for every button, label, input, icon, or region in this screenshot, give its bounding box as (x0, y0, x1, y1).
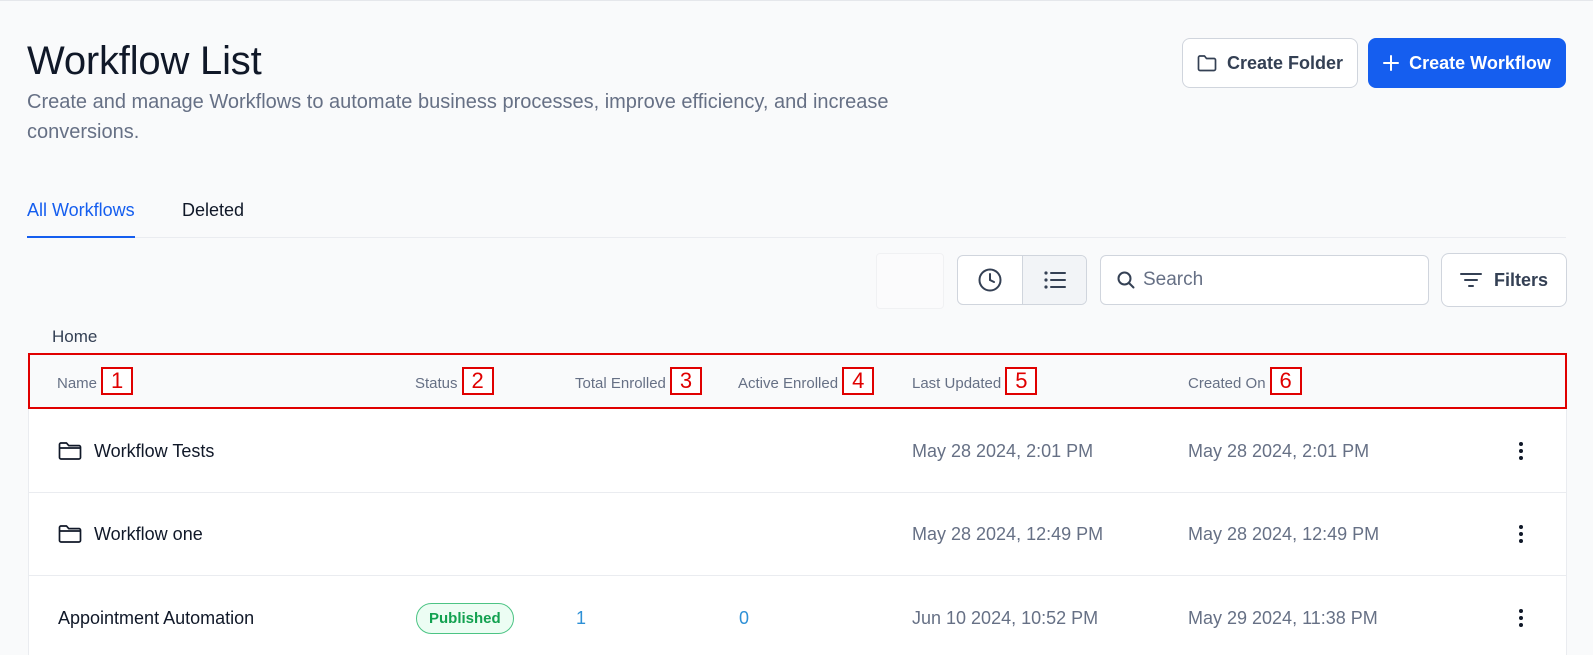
column-header-status[interactable]: Status 2 (415, 367, 494, 403)
column-header-active-enrolled[interactable]: Active Enrolled 4 (738, 367, 875, 403)
folder-icon (58, 442, 82, 460)
table-header: Name 1 Status 2 Total Enrolled 3 Active … (28, 353, 1567, 409)
row-name: Workflow Tests (94, 440, 215, 461)
created-on-cell: May 29 2024, 11:38 PM (1188, 607, 1378, 628)
column-label: Active Enrolled (738, 375, 839, 392)
workflow-name-cell[interactable]: Appointment Automation (58, 576, 254, 655)
create-workflow-label: Create Workflow (1409, 52, 1551, 73)
clock-icon (978, 268, 1002, 292)
annotation-marker: 5 (1005, 367, 1038, 395)
annotation-marker: 4 (842, 367, 875, 395)
folder-icon (58, 525, 82, 543)
active-enrolled-link[interactable]: 0 (739, 576, 749, 655)
search-box (1100, 255, 1429, 305)
column-header-total-enrolled[interactable]: Total Enrolled 3 (575, 367, 703, 403)
search-icon (1117, 271, 1135, 289)
row-actions-button[interactable] (1511, 492, 1531, 576)
annotation-marker: 2 (461, 367, 494, 395)
last-updated-cell: May 28 2024, 2:01 PM (912, 440, 1094, 461)
created-on-cell: May 28 2024, 12:49 PM (1188, 523, 1380, 544)
filters-button[interactable]: Filters (1441, 253, 1567, 307)
create-workflow-button[interactable]: Create Workflow (1368, 38, 1566, 88)
table-row[interactable]: Workflow Tests May 28 2024, 2:01 PM May … (29, 409, 1566, 493)
status-badge: Published (416, 602, 514, 634)
status-cell: Published (416, 576, 514, 655)
last-updated-cell: May 28 2024, 12:49 PM (912, 523, 1104, 544)
column-label: Total Enrolled (575, 375, 666, 392)
toolbar-placeholder (876, 253, 944, 309)
plus-icon (1383, 55, 1400, 71)
last-updated-cell: Jun 10 2024, 10:52 PM (912, 607, 1099, 628)
column-header-name[interactable]: Name 1 (57, 367, 134, 403)
column-label: Created On (1188, 375, 1266, 392)
more-vertical-icon (1519, 609, 1523, 627)
column-header-created-on[interactable]: Created On 6 (1188, 367, 1302, 403)
column-label: Status (415, 375, 458, 392)
breadcrumb-home[interactable]: Home (52, 327, 97, 347)
filter-lines-icon (1459, 273, 1482, 287)
row-actions-button[interactable] (1511, 576, 1531, 655)
folder-name-cell[interactable]: Workflow Tests (58, 409, 214, 493)
created-on-cell: May 28 2024, 2:01 PM (1188, 440, 1370, 461)
table-row[interactable]: Appointment Automation Published 1 0 Jun… (29, 576, 1566, 655)
row-name: Workflow one (94, 523, 203, 544)
folder-name-cell[interactable]: Workflow one (58, 492, 203, 576)
filters-label: Filters (1493, 269, 1549, 290)
create-folder-button[interactable]: Create Folder (1182, 38, 1358, 88)
table-body: Workflow Tests May 28 2024, 2:01 PM May … (28, 409, 1567, 655)
tab-bar: All Workflows Deleted (27, 198, 1566, 238)
column-label: Name (57, 375, 98, 392)
list-icon (1043, 271, 1066, 289)
tab-deleted[interactable]: Deleted (182, 198, 244, 238)
total-enrolled-link[interactable]: 1 (576, 576, 586, 655)
column-label: Last Updated (912, 375, 1002, 392)
table-row[interactable]: Workflow one May 28 2024, 12:49 PM May 2… (29, 492, 1566, 576)
more-vertical-icon (1519, 525, 1523, 543)
search-input[interactable] (1143, 269, 1413, 291)
page-subtitle: Create and manage Workflows to automate … (27, 91, 889, 143)
create-folder-label: Create Folder (1226, 52, 1344, 73)
recent-view-button[interactable] (958, 256, 1022, 304)
annotation-marker: 3 (669, 367, 703, 395)
list-view-button[interactable] (1022, 256, 1086, 304)
view-toggle (957, 255, 1087, 305)
column-header-last-updated[interactable]: Last Updated 5 (912, 367, 1038, 403)
row-actions-button[interactable] (1511, 409, 1531, 493)
more-vertical-icon (1519, 442, 1523, 460)
tab-all-workflows[interactable]: All Workflows (27, 198, 135, 238)
annotation-marker: 1 (101, 367, 134, 395)
page-title: Workflow List (27, 39, 262, 83)
folder-icon (1197, 55, 1217, 72)
annotation-marker: 6 (1269, 367, 1302, 395)
